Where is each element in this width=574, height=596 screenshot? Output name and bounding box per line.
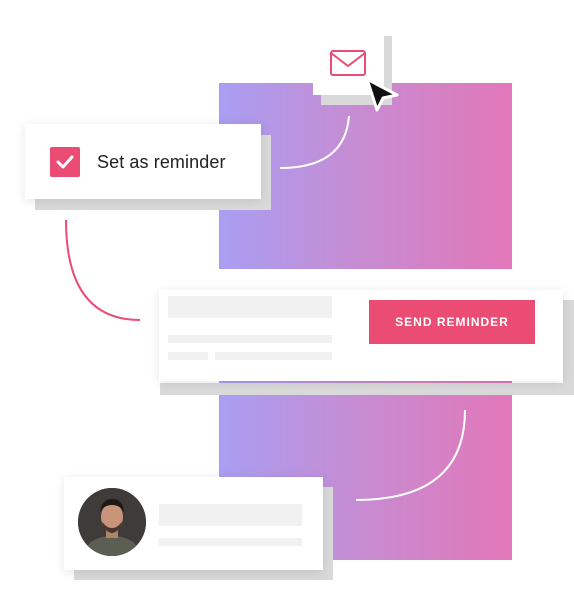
reminder-label: Set as reminder [97,152,226,172]
placeholder-line-short [215,352,332,360]
placeholder-chip [168,352,208,360]
avatar[interactable] [78,488,146,556]
connector-mail-to-reminder [279,115,350,169]
placeholder-line [159,538,302,546]
placeholder-line [168,335,332,343]
cursor-arrow-icon [365,77,399,112]
connector-send-to-profile [355,409,466,501]
profile-card [64,477,323,570]
placeholder-title-bar [168,296,332,318]
reminder-checkbox[interactable] [50,147,80,177]
send-card-shadow-right [563,300,574,395]
person-avatar-icon [78,488,146,556]
connector-reminder-to-send [65,219,141,321]
send-reminder-button[interactable]: SEND REMINDER [369,300,535,344]
send-card-shadow [160,383,574,395]
reminder-card: Set as reminder [25,124,261,199]
placeholder-name-bar [159,504,302,526]
checkmark-icon [56,155,74,169]
send-card: SEND REMINDER [159,290,563,381]
